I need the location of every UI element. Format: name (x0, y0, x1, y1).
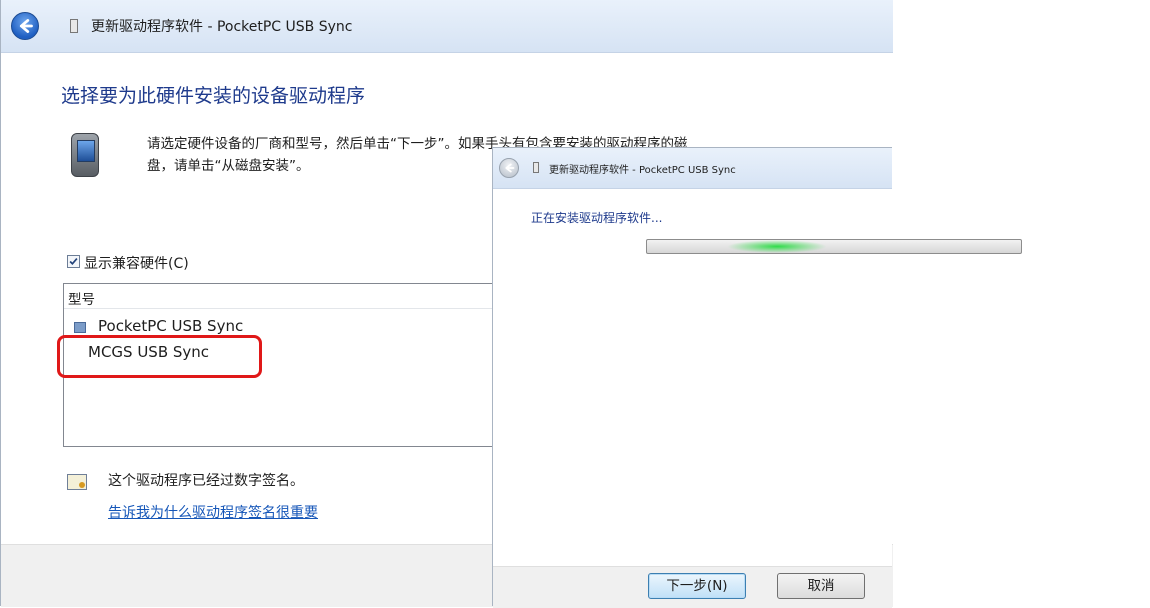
signed-status-text: 这个驱动程序已经过数字签名。 (108, 473, 304, 489)
button-bar: 下一步(N) 取消 (493, 566, 892, 608)
title-bar: 更新驱动程序软件 - PocketPC USB Sync (1, 0, 893, 53)
back-arrow-icon[interactable] (11, 12, 39, 40)
window-title: 更新驱动程序软件 - PocketPC USB Sync (91, 19, 353, 35)
page-heading: 选择要为此硬件安装的设备驱动程序 (61, 85, 366, 107)
model-header-label: 型号 (68, 292, 95, 308)
why-signing-important-link[interactable]: 告诉我为什么驱动程序签名很重要 (108, 502, 318, 522)
window-icon (70, 19, 78, 33)
show-compatible-label[interactable]: 显示兼容硬件(C) (84, 253, 189, 273)
device-icon (74, 322, 86, 333)
model-column-header[interactable]: 型号 (64, 284, 502, 309)
list-item[interactable]: PocketPC USB Sync (98, 317, 243, 335)
cancel-button[interactable]: 取消 (777, 573, 865, 599)
pda-device-icon (71, 133, 99, 177)
back-arrow-icon[interactable] (499, 158, 519, 178)
show-compatible-checkbox[interactable] (67, 255, 80, 268)
install-progress-bar (646, 239, 1022, 254)
next-button[interactable]: 下一步(N) (648, 573, 746, 599)
window-title: 更新驱动程序软件 - PocketPC USB Sync (549, 165, 736, 176)
installing-status-text: 正在安装驱动程序软件... (531, 211, 663, 225)
certificate-icon (67, 474, 87, 490)
install-progress-window: 更新驱动程序软件 - PocketPC USB Sync 正在安装驱动程序软件.… (492, 147, 1022, 608)
window-icon (533, 162, 539, 173)
instruction-text-line2: 盘，请单击“从磁盘安装”。 (147, 158, 310, 174)
title-bar: 更新驱动程序软件 - PocketPC USB Sync (493, 148, 892, 189)
highlight-box (57, 335, 262, 378)
